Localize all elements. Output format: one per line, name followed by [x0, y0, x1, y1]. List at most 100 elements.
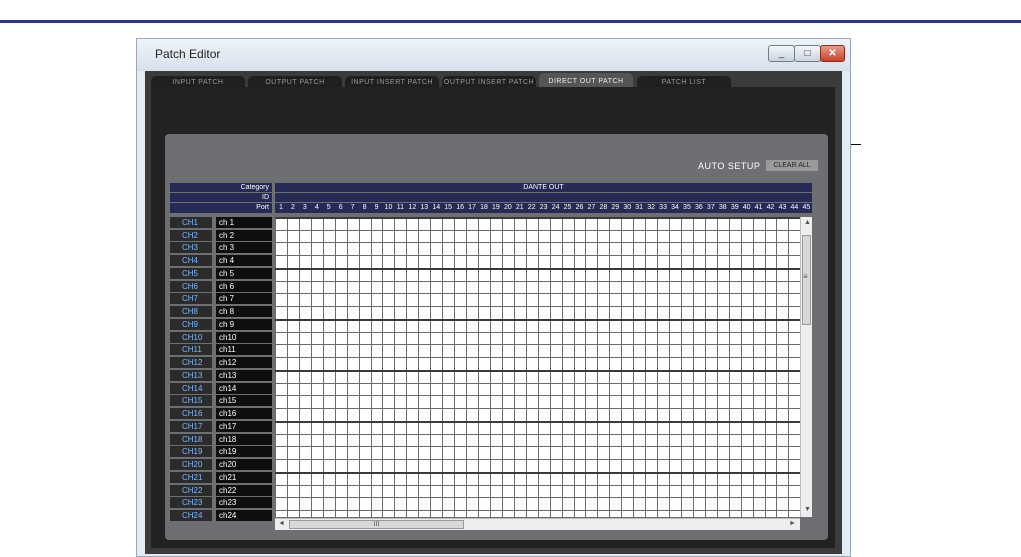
- grid-row-line: [275, 382, 800, 384]
- channel-id: CH11: [170, 344, 212, 355]
- channel-name[interactable]: ch21: [216, 472, 272, 483]
- channel-name[interactable]: ch14: [216, 382, 272, 394]
- patch-grid[interactable]: [275, 217, 800, 517]
- patch-editor-window: Patch Editor _ □ ✕ INPUT PATCH OUTPUT PAT…: [136, 38, 851, 557]
- auto-setup-label: AUTO SETUP: [698, 161, 761, 171]
- channel-row-label: CH9 ch 9: [170, 319, 272, 330]
- port-number: 44: [790, 204, 799, 211]
- vertical-scroll-thumb[interactable]: ≡: [802, 235, 811, 325]
- grid-row-line: [275, 509, 800, 511]
- grid-row-line: [275, 421, 800, 423]
- channel-id: CH8: [170, 305, 212, 317]
- scroll-down-icon[interactable]: ▼: [804, 506, 811, 513]
- channel-name[interactable]: ch13: [216, 370, 272, 381]
- channel-name[interactable]: ch 2: [216, 229, 272, 241]
- port-number: 19: [492, 204, 500, 211]
- channel-row-label: CH8 ch 8: [170, 305, 272, 317]
- channel-name[interactable]: ch12: [216, 356, 272, 368]
- channel-name[interactable]: ch17: [216, 421, 272, 432]
- port-number: 38: [718, 204, 727, 211]
- port-header-label: Port: [170, 203, 272, 213]
- grid-row-line: [275, 229, 800, 231]
- channel-name[interactable]: ch10: [216, 331, 272, 343]
- port-number: 25: [563, 204, 572, 211]
- port-number: 45: [802, 204, 811, 211]
- window-client-area: INPUT PATCH OUTPUT PATCH INPUT INSERT PATC…: [145, 71, 842, 554]
- channel-name[interactable]: ch20: [216, 458, 272, 470]
- id-header-label: ID: [170, 193, 272, 202]
- close-icon: ✕: [828, 48, 837, 59]
- port-number: 33: [659, 204, 667, 211]
- port-number: 35: [683, 204, 691, 211]
- horizontal-scroll-thumb[interactable]: III: [289, 520, 464, 529]
- channel-name[interactable]: ch18: [216, 433, 272, 445]
- port-number: 5: [326, 204, 331, 211]
- scroll-up-icon[interactable]: ▲: [804, 219, 811, 226]
- port-number: 36: [694, 204, 703, 211]
- channel-id: CH4: [170, 254, 212, 266]
- scroll-left-icon[interactable]: ◄: [278, 520, 285, 527]
- channel-name[interactable]: ch24: [216, 509, 272, 521]
- channel-name[interactable]: ch 3: [216, 242, 272, 253]
- channel-row-label: CH16 ch16: [170, 407, 272, 419]
- grid-row-line: [275, 370, 800, 372]
- channel-row-label: CH13 ch13: [170, 370, 272, 381]
- close-button[interactable]: ✕: [820, 45, 845, 62]
- channel-row-label: CH10 ch10: [170, 331, 272, 343]
- port-number: 11: [396, 204, 405, 211]
- port-number: 39: [730, 204, 739, 211]
- channel-name[interactable]: ch 9: [216, 319, 272, 330]
- document-top-rule: [0, 20, 1021, 23]
- vertical-scrollbar[interactable]: ▲ ≡ ▼: [800, 217, 812, 517]
- channel-name[interactable]: ch 7: [216, 293, 272, 304]
- minimize-button[interactable]: _: [768, 45, 795, 62]
- port-number: 24: [551, 204, 560, 211]
- channel-row-label: CH1 ch 1: [170, 217, 272, 228]
- horizontal-scrollbar[interactable]: ◄ III ►: [275, 518, 800, 530]
- port-number: 23: [539, 204, 548, 211]
- channel-row-label: CH11 ch11: [170, 344, 272, 355]
- clear-all-button[interactable]: CLEAR ALL: [766, 160, 818, 171]
- grid-row-line: [275, 497, 800, 498]
- maximize-button[interactable]: □: [794, 45, 821, 62]
- channel-row-label: CH5 ch 5: [170, 268, 272, 279]
- grid-row-line: [275, 305, 800, 307]
- channel-name[interactable]: ch11: [216, 344, 272, 355]
- channel-id: CH2: [170, 229, 212, 241]
- port-number: 30: [623, 204, 632, 211]
- grid-row-line: [275, 344, 800, 345]
- channel-row-label: CH19 ch19: [170, 446, 272, 457]
- channel-name[interactable]: ch22: [216, 484, 272, 496]
- channel-row-label: CH18 ch18: [170, 433, 272, 445]
- channel-row-label: CH21 ch21: [170, 472, 272, 483]
- channel-row-label: CH22 ch22: [170, 484, 272, 496]
- channel-name[interactable]: ch 4: [216, 254, 272, 266]
- channel-name[interactable]: ch23: [216, 497, 272, 508]
- channel-name[interactable]: ch15: [216, 395, 272, 406]
- channel-name[interactable]: ch 8: [216, 305, 272, 317]
- channel-row-label: CH23 ch23: [170, 497, 272, 508]
- scroll-right-icon[interactable]: ►: [789, 520, 796, 527]
- grid-row-line: [275, 217, 800, 219]
- patch-panel: AUTO SETUP CLEAR ALL Category ID Port DA…: [165, 134, 828, 540]
- port-number: 4: [314, 204, 319, 211]
- port-number: 6: [338, 204, 343, 211]
- grid-row-line: [275, 242, 800, 243]
- channel-name[interactable]: ch 1: [216, 217, 272, 228]
- channel-id: CH18: [170, 433, 212, 445]
- port-number: 18: [480, 204, 488, 211]
- channel-row-label: CH14 ch14: [170, 382, 272, 394]
- channel-name[interactable]: ch19: [216, 446, 272, 457]
- port-number: 17: [468, 204, 476, 211]
- channel-name[interactable]: ch 5: [216, 268, 272, 279]
- channel-id: CH24: [170, 509, 212, 521]
- channel-name[interactable]: ch16: [216, 407, 272, 419]
- channel-id: CH14: [170, 382, 212, 394]
- channel-id: CH1: [170, 217, 212, 228]
- port-number: 12: [408, 204, 417, 211]
- port-number: 15: [444, 204, 453, 211]
- port-number: 14: [432, 204, 441, 211]
- channel-row-label: CH2 ch 2: [170, 229, 272, 241]
- title-bar[interactable]: Patch Editor _ □ ✕: [137, 39, 850, 71]
- channel-name[interactable]: ch 6: [216, 280, 272, 292]
